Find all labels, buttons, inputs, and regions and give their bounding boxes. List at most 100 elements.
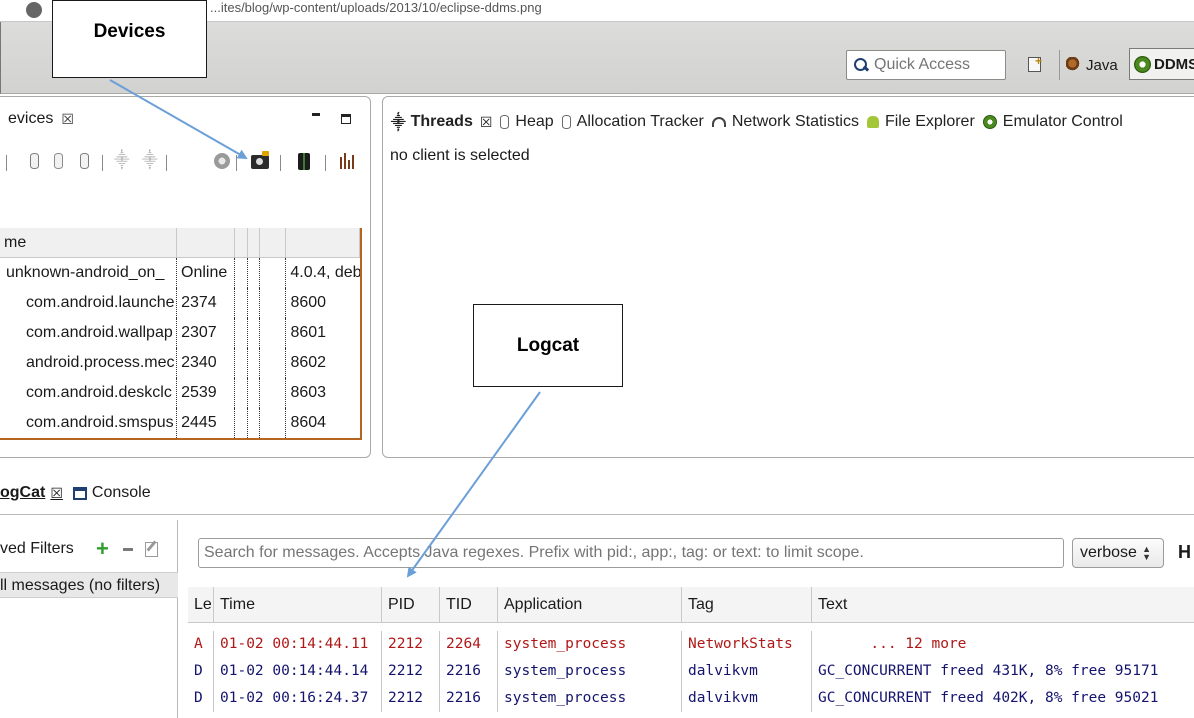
search-icon [853,57,869,73]
log-tid: 2216 [440,658,498,685]
start-method-profiling-icon[interactable]: ⸎ [142,153,158,169]
toolbar-separator [1059,50,1060,80]
devices-tabbar: evices ☒ [0,97,370,139]
toolbar-separator [166,155,167,171]
client-row[interactable]: com.android.deskclc 2539 8603 [0,378,360,408]
log-text: ... 12 more [818,636,967,652]
client-name: com.android.launche [0,288,178,318]
client-port: 8604 [290,414,327,431]
quick-access-field[interactable] [846,50,1006,80]
quick-access-input[interactable] [874,56,994,74]
column-header[interactable] [286,228,360,258]
log-application: system_process [498,631,682,658]
remove-filter-icon[interactable] [122,547,133,551]
browser-url: ...ites/blog/wp-content/uploads/2013/10/… [210,0,542,15]
client-name: com.android.deskclc [0,378,178,408]
column-header-tid[interactable]: TID [440,587,498,623]
column-header[interactable] [235,228,248,258]
close-icon[interactable]: ☒ [61,111,74,128]
log-tag: dalvikvm [682,658,812,685]
toolbar-separator [6,155,7,171]
toolbar-separator [102,155,103,171]
column-header-pid[interactable]: PID [382,587,440,623]
log-level-select[interactable]: verbose ▲ ▼ [1072,538,1164,568]
tab-allocation-tracker-label: Allocation Tracker [576,113,704,130]
log-tag: NetworkStats [682,631,812,658]
close-icon[interactable]: ☒ [50,485,63,502]
device-row[interactable]: unknown-android_on_ Online 4.0.4, deb [0,258,360,288]
close-icon[interactable]: ☒ [480,114,493,131]
client-row[interactable]: android.process.mec 2340 8602 [0,348,360,378]
column-header[interactable] [248,228,260,258]
ddms-perspective-icon [1134,55,1151,73]
update-heap-icon[interactable] [30,153,39,169]
client-row[interactable]: com.android.smspus 2445 8604 [0,408,360,438]
log-level-value: verbose [1080,544,1137,561]
log-pid: 2212 [382,631,440,658]
logcat-search-input[interactable] [198,538,1064,568]
table-row[interactable]: A 01-02 00:14:44.11 2212 2264 system_pro… [188,631,1194,658]
client-pid: 2340 [177,348,235,378]
cause-gc-icon[interactable] [80,153,89,169]
systrace-icon[interactable] [340,153,354,169]
allocation-tracker-icon [561,115,571,129]
emulator-control-icon [982,115,997,129]
client-row[interactable]: com.android.launche 2374 8600 [0,288,360,318]
tab-emulator-control[interactable]: Emulator Control [982,113,1123,131]
dump-view-hierarchy-icon[interactable] [298,153,310,170]
column-header-tag[interactable]: Tag [682,587,812,623]
column-header-level[interactable]: Le [188,587,214,623]
column-header-text[interactable]: Text [812,587,1194,623]
column-header-time[interactable]: Time [214,587,382,623]
client-name: android.process.mec [0,348,178,378]
no-client-message: no client is selected [390,147,530,164]
column-header[interactable] [260,228,287,258]
add-filter-icon[interactable]: + [96,538,109,560]
column-header[interactable] [177,228,235,258]
dump-hprof-icon[interactable] [54,153,63,169]
tab-heap[interactable]: Heap [500,113,554,131]
ddms-perspective-button[interactable]: DDMS [1129,48,1194,80]
tab-logcat[interactable]: ogCat ☒ [0,484,63,502]
column-header-name[interactable]: me [0,228,177,258]
tab-network-statistics[interactable]: Network Statistics [711,113,859,131]
logcat-toolbar-button[interactable]: H [1178,542,1191,563]
select-arrows-icon: ▲ ▼ [1142,544,1151,562]
logcat-callout: Logcat [473,304,623,387]
tab-console[interactable]: Console [72,484,151,502]
update-threads-icon[interactable]: ⸎ [114,153,130,169]
client-port: 8602 [290,354,327,371]
saved-filters-header: ved Filters + [0,536,178,562]
client-row[interactable]: com.android.wallpap 2307 8601 [0,318,360,348]
ddms-perspective-label: DDMS [1154,55,1194,73]
file-explorer-icon [866,116,879,128]
table-row[interactable]: D 01-02 00:14:44.14 2212 2216 system_pro… [188,658,1194,685]
client-pid: 2307 [177,318,235,348]
open-perspective-button[interactable]: + [1025,54,1045,74]
browser-icon [26,2,42,18]
tab-devices[interactable]: evices ☒ [0,101,360,137]
tab-file-explorer[interactable]: File Explorer [866,113,975,131]
java-perspective-button[interactable]: Java [1066,52,1118,78]
maximize-icon[interactable] [341,114,351,124]
table-row[interactable]: D 01-02 00:16:24.37 2212 2216 system_pro… [188,685,1194,712]
log-time: 01-02 00:14:44.11 [214,631,382,658]
toolbar-separator [280,155,281,171]
log-pid: 2212 [382,658,440,685]
stop-process-icon[interactable] [214,153,230,169]
console-icon [72,486,87,500]
client-name: com.android.smspus [0,408,178,438]
toolbar-separator [236,155,237,171]
client-name: com.android.wallpap [0,318,178,348]
tab-devices-label: evices [8,110,54,127]
screen-capture-icon[interactable] [251,151,269,169]
minimize-icon[interactable] [312,113,320,116]
devices-table: me unknown-android_on_ Online 4.0.4, deb… [0,228,362,440]
tab-allocation-tracker[interactable]: Allocation Tracker [561,113,704,131]
log-time: 01-02 00:16:24.37 [214,685,382,712]
edit-filter-icon[interactable] [144,541,158,557]
filter-item-all-messages[interactable]: ll messages (no filters) [0,572,178,598]
column-header-application[interactable]: Application [498,587,682,623]
tab-threads[interactable]: ⸎ Threads ☒ [391,113,492,132]
java-perspective-icon [1066,57,1082,73]
